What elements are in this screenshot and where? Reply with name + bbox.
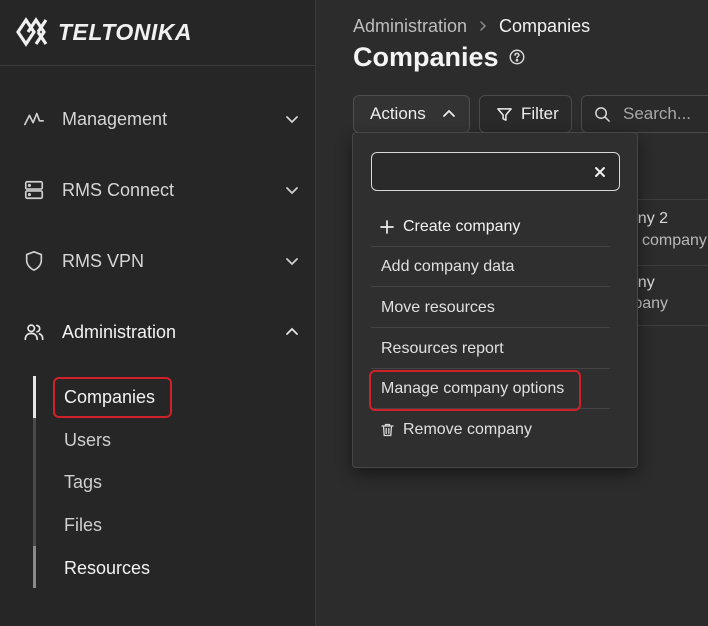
actions-button[interactable]: Actions — [353, 95, 470, 133]
teltonika-logo[interactable]: TELTONIKA — [14, 12, 192, 52]
shield-icon — [22, 249, 46, 273]
actions-label: Actions — [370, 104, 426, 123]
menu-item-label: Remove company — [403, 421, 532, 438]
submenu-active-indicator — [33, 376, 36, 418]
sidebar-item-label: Management — [62, 108, 168, 129]
menu-item-add-company-data[interactable]: Add company data — [371, 247, 610, 287]
sidebar-item-administration[interactable]: Administration — [0, 307, 316, 357]
highlight-manage-company-options — [369, 370, 581, 411]
server-icon — [22, 178, 46, 202]
chevron-up-icon[interactable] — [282, 322, 302, 342]
search-icon — [594, 106, 611, 128]
brand-name: TELTONIKA — [58, 18, 192, 45]
teltonika-logo-icon — [16, 17, 48, 47]
sidebar-item-rms-vpn[interactable]: RMS VPN — [0, 236, 316, 286]
logo-divider — [0, 65, 316, 66]
activity-icon — [22, 107, 46, 131]
help-icon[interactable] — [508, 48, 528, 68]
row-description: company — [642, 232, 707, 249]
sidebar-item-label: Administration — [62, 321, 177, 342]
menu-item-create-company[interactable]: Create company — [371, 207, 610, 247]
sidebar-subitem-tags[interactable]: Tags — [64, 472, 102, 493]
trash-icon — [379, 422, 395, 438]
sidebar-subitem-files[interactable]: Files — [64, 515, 102, 536]
menu-item-resources-report[interactable]: Resources report — [371, 329, 610, 369]
breadcrumb-root[interactable]: Administration — [353, 16, 467, 37]
filter-label: Filter — [521, 104, 559, 123]
menu-item-label: Create company — [403, 217, 521, 235]
filter-icon — [496, 106, 513, 128]
sidebar-subitem-resources[interactable]: Resources — [64, 558, 150, 579]
menu-item-move-resources[interactable]: Move resources — [371, 288, 610, 328]
sidebar-item-management[interactable]: Management — [0, 94, 316, 144]
sidebar-item-label: RMS Connect — [62, 179, 175, 200]
submenu-indicator — [33, 546, 36, 588]
dropdown-search-field[interactable] — [371, 152, 620, 191]
menu-item-label: Add company data — [381, 257, 515, 275]
chevron-down-icon[interactable] — [282, 180, 302, 200]
sidebar-item-rms-connect[interactable]: RMS Connect — [0, 165, 316, 215]
actions-dropdown: Create company Add company data Move res… — [352, 132, 638, 468]
page-title: Companies — [353, 42, 499, 72]
sidebar: TELTONIKA Management RMS Connect RMS VPN… — [0, 0, 316, 626]
close-icon[interactable] — [591, 163, 609, 181]
search-placeholder: Search... — [623, 104, 692, 123]
menu-item-label: Move resources — [381, 298, 495, 316]
chevron-down-icon[interactable] — [282, 251, 302, 271]
chevron-down-icon[interactable] — [282, 109, 302, 129]
sidebar-subitem-users[interactable]: Users — [64, 430, 111, 451]
breadcrumb-current: Companies — [499, 16, 591, 36]
chevron-up-icon — [441, 106, 457, 127]
highlight-companies — [53, 377, 172, 418]
chevron-right-icon — [477, 16, 489, 37]
dropdown-search-input[interactable] — [382, 161, 582, 183]
menu-item-remove-company[interactable]: Remove company — [371, 410, 610, 450]
sidebar-item-label: RMS VPN — [62, 250, 145, 271]
plus-icon — [379, 219, 395, 235]
users-icon — [22, 320, 46, 344]
menu-item-label: Resources report — [381, 339, 504, 357]
search-input[interactable]: Search... — [581, 95, 708, 133]
breadcrumb: Administration Companies — [353, 16, 590, 37]
filter-button[interactable]: Filter — [479, 95, 572, 133]
